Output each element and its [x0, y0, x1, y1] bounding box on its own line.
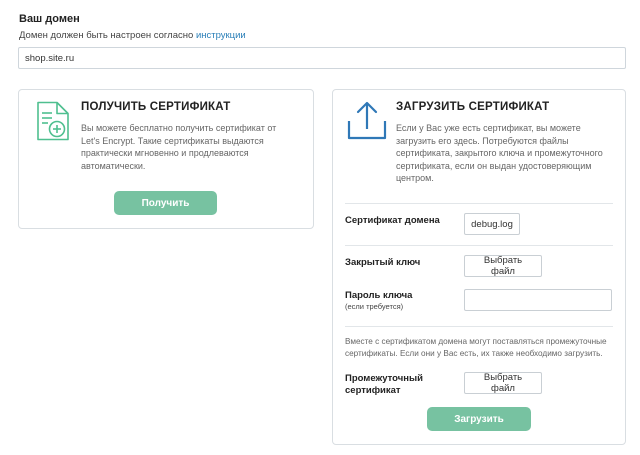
description-line: Вы можете бесплатно получить сертификат … [81, 123, 277, 133]
note-line: Вместе с сертификатом домена могут поста… [345, 337, 607, 346]
description-line: практически мгновенно и продлеваются [81, 148, 249, 158]
domain-hint-text: Домен должен быть настроен согласно [19, 30, 194, 41]
domain-certificate-label: Сертификат домена [345, 215, 440, 226]
private-key-label: Закрытый ключ [345, 257, 421, 268]
description-line: сертификата, если он выдан удостоверяющи… [396, 160, 592, 171]
upload-certificate-card: ЗАГРУЗИТЬ СЕРТИФИКАТ Если у Вас уже есть… [332, 89, 626, 445]
divider [345, 326, 613, 327]
description-line: Let's Encrypt. Такие сертификаты выдаютс… [81, 135, 264, 146]
private-key-file-button[interactable]: Выбрать файл [464, 255, 542, 277]
get-certificate-title: ПОЛУЧИТЬ СЕРТИФИКАТ [81, 101, 231, 113]
intermediate-certificate-label: Промежуточный сертификат [345, 373, 423, 397]
description-line: загрузить его здесь. Потребуются файлы [396, 135, 569, 146]
divider [345, 203, 613, 204]
upload-icon [347, 101, 387, 140]
description-line: Если у Вас уже есть сертификат, вы может… [396, 123, 581, 133]
get-certificate-card: ПОЛУЧИТЬ СЕРТИФИКАТ Вы можете бесплатно … [18, 89, 314, 229]
description-line: сертификата, закрытого ключа и промежуто… [396, 148, 603, 158]
domain-label: Ваш домен [19, 13, 80, 25]
instructions-link[interactable]: инструкции [196, 30, 246, 41]
divider [345, 245, 613, 246]
key-password-label: Пароль ключа (если требуется) [345, 290, 412, 312]
note-line: сертификаты. Если они у Вас есть, их так… [345, 349, 603, 358]
get-certificate-button[interactable]: Получить [114, 191, 217, 215]
get-certificate-description: Вы можете бесплатно получить сертификат … [81, 122, 276, 172]
key-password-sublabel: (если требуется) [345, 302, 404, 311]
domain-certificate-file-button[interactable]: debug.log [464, 213, 520, 235]
upload-certificate-title: ЗАГРУЗИТЬ СЕРТИФИКАТ [396, 101, 550, 113]
upload-certificate-description: Если у Вас уже есть сертификат, вы может… [396, 122, 603, 185]
domain-hint: Домен должен быть настроен согласно инст… [19, 30, 246, 41]
label-line: сертификат [345, 385, 401, 396]
label-line: Промежуточный [345, 373, 423, 384]
intermediate-certificate-file-button[interactable]: Выбрать файл [464, 372, 542, 394]
description-line: центром. [396, 173, 434, 183]
domain-input[interactable] [18, 47, 626, 69]
key-password-input[interactable] [464, 289, 612, 311]
description-line: автоматически. [81, 160, 146, 171]
certificate-add-icon [37, 101, 69, 141]
intermediate-note: Вместе с сертификатом домена могут поста… [345, 336, 617, 360]
key-password-label-text: Пароль ключа [345, 290, 413, 301]
upload-certificate-button[interactable]: Загрузить [427, 407, 531, 431]
